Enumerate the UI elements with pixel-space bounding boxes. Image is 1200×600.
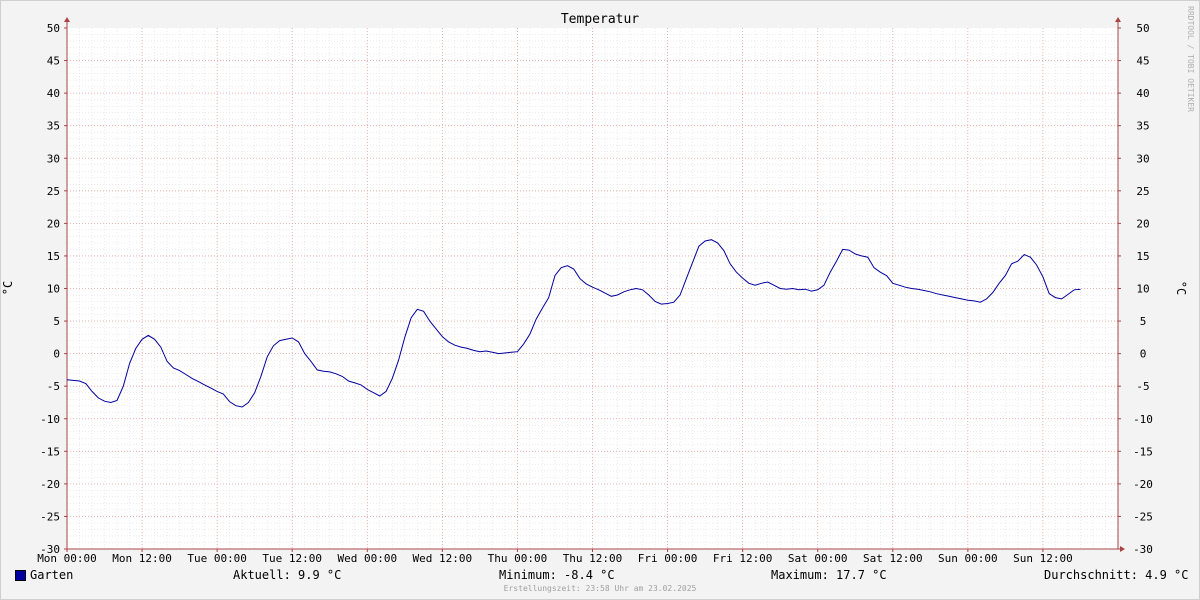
y-axis-label-right: °C — [1174, 281, 1188, 295]
y-tick-label-left: 20 — [47, 217, 60, 230]
y-tick-label-left: -10 — [40, 413, 60, 426]
y-tick-label-right: -30 — [1133, 543, 1153, 556]
y-tick-label-left: 40 — [47, 87, 60, 100]
temperature-chart: 50 5045 4540 4035 3530 3025 2520 2015 1510 105 50 0… — [1, 12, 1188, 565]
y-tick-label-left: 15 — [47, 250, 60, 263]
rrdtool-watermark: RRDTOOL / TOBI OETIKER — [1186, 6, 1195, 112]
y-tick-label-right: -20 — [1133, 478, 1153, 491]
y-tick-label-right: 10 — [1136, 283, 1149, 296]
x-tick-label: Thu 12:00 — [563, 552, 623, 565]
y-tick-label-left: 45 — [47, 55, 60, 68]
y-axis-arrow-left — [64, 17, 70, 22]
x-tick-label: Tue 00:00 — [187, 552, 247, 565]
y-tick-label-right: -5 — [1136, 380, 1149, 393]
legend-maximum: Maximum: 17.7 °C — [771, 568, 887, 582]
legend-aktuell: Aktuell: 9.9 °C — [233, 568, 342, 582]
x-tick-label: Wed 00:00 — [337, 552, 397, 565]
y-tick-label-right: -25 — [1133, 510, 1153, 523]
y-tick-label-right: 20 — [1136, 217, 1149, 230]
x-tick-label: Sat 00:00 — [788, 552, 848, 565]
legend-swatch — [15, 570, 26, 581]
y-tick-label-left: 0 — [53, 348, 60, 361]
y-tick-label-right: -15 — [1133, 445, 1153, 458]
y-axis-arrow-right — [1115, 17, 1121, 22]
x-tick-label: Thu 00:00 — [488, 552, 548, 565]
y-axis-label-left: °C — [1, 281, 15, 295]
x-tick-label: Tue 12:00 — [262, 552, 322, 565]
y-tick-label-left: 30 — [47, 152, 60, 165]
y-tick-label-right: 45 — [1136, 55, 1149, 68]
y-tick-label-left: 10 — [47, 283, 60, 296]
legend-series-name: Garten — [30, 568, 74, 582]
y-tick-label-left: 35 — [47, 120, 60, 133]
y-tick-label-left: -25 — [40, 510, 60, 523]
legend-minimum: Minimum: -8.4 °C — [499, 568, 615, 582]
x-tick-label: Wed 12:00 — [413, 552, 473, 565]
y-tick-label-right: 50 — [1136, 22, 1149, 35]
x-tick-label: Sat 12:00 — [863, 552, 923, 565]
creation-timestamp: Erstellungszeit: 23:58 Uhr am 23.02.2025 — [503, 584, 697, 593]
x-tick-label: Mon 00:00 — [37, 552, 97, 565]
y-tick-label-left: -20 — [40, 478, 60, 491]
x-axis-arrow — [1120, 546, 1125, 552]
y-tick-label-right: 30 — [1136, 152, 1149, 165]
x-tick-label: Sun 00:00 — [938, 552, 998, 565]
x-tick-label: Sun 12:00 — [1013, 552, 1073, 565]
y-tick-label-left: -15 — [40, 445, 60, 458]
y-tick-label-right: 40 — [1136, 87, 1149, 100]
legend-durchschnitt: Durchschnitt: 4.9 °C — [1044, 568, 1189, 582]
y-tick-label-right: 25 — [1136, 185, 1149, 198]
y-tick-label-left: -5 — [47, 380, 60, 393]
y-tick-label-right: 15 — [1136, 250, 1149, 263]
y-tick-label-right: 0 — [1140, 348, 1147, 361]
y-tick-label-right: 35 — [1136, 120, 1149, 133]
y-tick-label-right: -10 — [1133, 413, 1153, 426]
x-tick-label: Mon 12:00 — [112, 552, 172, 565]
x-tick-label: Fri 00:00 — [638, 552, 698, 565]
y-tick-label-left: 25 — [47, 185, 60, 198]
y-tick-label-right: 5 — [1140, 315, 1147, 328]
y-tick-label-left: 50 — [47, 22, 60, 35]
chart-title: Temperatur — [561, 12, 639, 27]
y-tick-label-left: 5 — [53, 315, 60, 328]
x-tick-label: Fri 12:00 — [713, 552, 773, 565]
